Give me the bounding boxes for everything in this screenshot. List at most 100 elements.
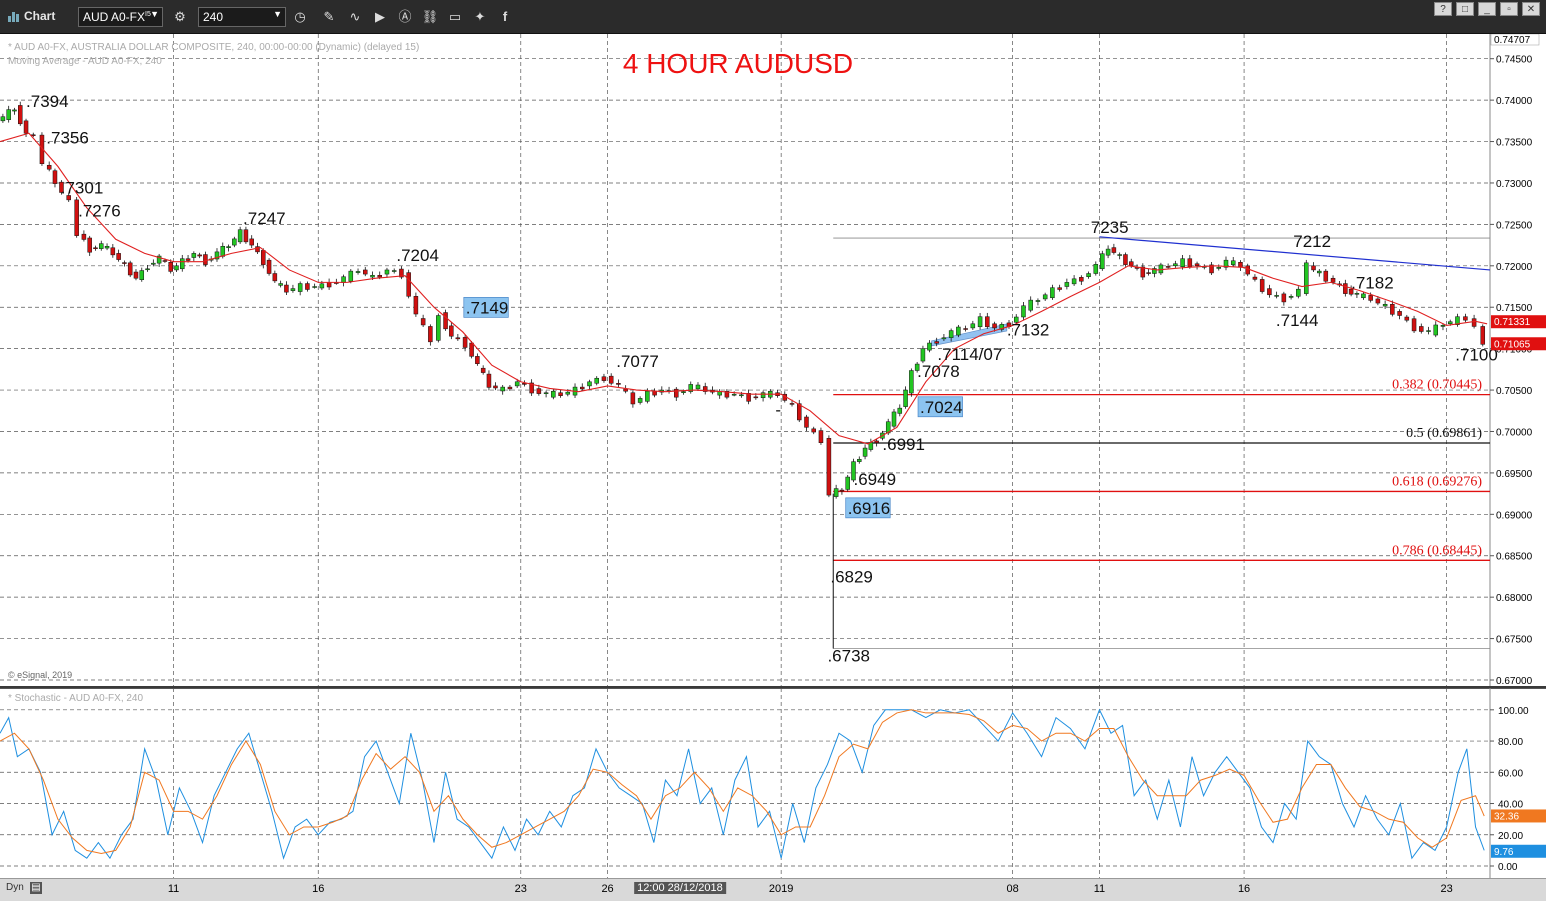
settings-button[interactable]: □ — [1456, 2, 1474, 16]
candle — [1245, 263, 1250, 277]
candle-body — [1216, 267, 1222, 269]
level-label: 0.382 (0.70445) — [1392, 378, 1482, 393]
candle — [436, 313, 441, 343]
clock-icon[interactable]: ◷ — [291, 8, 309, 26]
layout-icon[interactable]: ▤ — [30, 882, 42, 894]
candle-body — [272, 273, 278, 282]
candle — [1158, 262, 1164, 276]
candle-body — [580, 386, 585, 390]
candle-body — [1021, 305, 1026, 318]
candle-body — [674, 388, 679, 398]
candle-body — [284, 284, 289, 293]
price-tick-label: 0.74000 — [1496, 96, 1533, 107]
candle-body — [862, 447, 868, 457]
candle-body — [420, 318, 426, 326]
price-chart-panel[interactable]: 0.382 (0.70445) 0.5 (0.69861) 0.618 (0.692… — [0, 34, 1546, 686]
candle-body — [985, 316, 990, 328]
price-tick-label: 0.67000 — [1496, 676, 1533, 686]
candle — [18, 101, 23, 126]
stoch-k-tag: 9.76 — [1491, 844, 1546, 858]
alert-icon[interactable]: Ⓐ — [396, 8, 414, 26]
draw-pencil-icon[interactable]: ✎ — [320, 8, 338, 26]
candle-body — [237, 229, 243, 243]
candle-body — [1146, 272, 1151, 274]
candle-body — [191, 253, 197, 258]
stochastic-panel[interactable]: 100.00 80.00 60.00 40.00 20.00 0.00 * Stochas… — [0, 688, 1546, 878]
annotation-label: 7212 — [1293, 232, 1331, 251]
candle — [891, 409, 897, 429]
candle-body — [1194, 263, 1200, 267]
last-price-label: 0.71065 — [1494, 339, 1531, 350]
candle-body — [1158, 264, 1164, 274]
candle-body — [543, 392, 549, 394]
price-tick-label: 0.74500 — [1496, 55, 1533, 66]
link-icon[interactable]: ⛓ — [421, 8, 439, 26]
price-tick-label: 0.73500 — [1496, 138, 1533, 149]
candle-body — [312, 286, 317, 288]
chevron-down-icon[interactable]: ▼ — [273, 9, 282, 19]
facebook-icon[interactable]: f — [496, 8, 514, 26]
candle-body — [514, 381, 520, 387]
candle-body — [897, 407, 903, 414]
candle-body — [391, 270, 397, 272]
candle-body — [608, 375, 614, 384]
candle-body — [977, 316, 983, 328]
maximize-button[interactable]: ▫ — [1500, 2, 1518, 16]
candle-body — [0, 116, 6, 122]
stochastic-background — [0, 688, 1546, 878]
candle-body — [232, 238, 237, 246]
candle-body — [1471, 318, 1477, 327]
candle-body — [948, 330, 954, 338]
annotation-label: .6991 — [882, 435, 925, 454]
candle-body — [168, 261, 173, 272]
minimize-button[interactable]: _ — [1478, 2, 1496, 16]
stochastic-header: * Stochastic - AUD A0-FX, 240 — [8, 693, 143, 704]
candle-body — [326, 282, 332, 288]
candle-body — [104, 246, 110, 249]
symbol-input[interactable]: AUD A0-FXI5 ▼ — [78, 7, 163, 27]
study-wave-icon[interactable]: ∿ — [346, 8, 364, 26]
candle-body — [630, 392, 636, 405]
candle-body — [695, 384, 701, 390]
candle-body — [818, 430, 824, 443]
candle-body — [355, 271, 361, 273]
candle-body — [909, 370, 914, 394]
candle-body — [341, 276, 346, 283]
close-button[interactable]: ✕ — [1522, 2, 1540, 16]
stoch-k-label: 9.76 — [1494, 847, 1514, 858]
candle-body — [139, 270, 145, 280]
candle-body — [290, 288, 296, 291]
candle — [127, 260, 133, 278]
time-tick-label: 26 — [601, 883, 614, 895]
candle-body — [1123, 254, 1128, 265]
price-tick-label: 0.72500 — [1496, 220, 1533, 231]
candle-body — [637, 398, 643, 403]
interval-input[interactable]: 240 ▼ — [198, 7, 286, 27]
candle-body — [99, 243, 104, 249]
candle-body — [804, 416, 809, 428]
chevron-down-icon[interactable]: ▼ — [150, 9, 159, 19]
candle-body — [1311, 265, 1316, 271]
candle-body — [1128, 261, 1134, 267]
help-button[interactable]: ? — [1434, 2, 1452, 16]
candle-body — [151, 262, 156, 265]
annotation-label: .7149 — [466, 298, 509, 317]
comment-icon[interactable]: ▭ — [446, 8, 464, 26]
candle-body — [436, 315, 441, 341]
dyn-status[interactable]: Dyn — [6, 882, 24, 893]
candle-body — [116, 253, 121, 260]
candle-body — [1259, 279, 1265, 292]
candle-body — [839, 489, 845, 492]
ma-price-tag: 0.71331 — [1491, 315, 1546, 329]
candle-body — [31, 134, 36, 137]
time-tick-label: 23 — [514, 883, 527, 895]
play-icon[interactable]: ▶ — [371, 8, 389, 26]
last-price-tag: 0.71065 — [1491, 337, 1546, 351]
gear-icon[interactable]: ⚙ — [171, 8, 189, 26]
annotation-label: .7247 — [243, 209, 286, 228]
twitter-icon[interactable]: ✦ — [471, 8, 489, 26]
candle-body — [833, 488, 839, 497]
candle-body — [1100, 253, 1105, 270]
candle-body — [1245, 265, 1250, 275]
candle-body — [1230, 260, 1236, 265]
